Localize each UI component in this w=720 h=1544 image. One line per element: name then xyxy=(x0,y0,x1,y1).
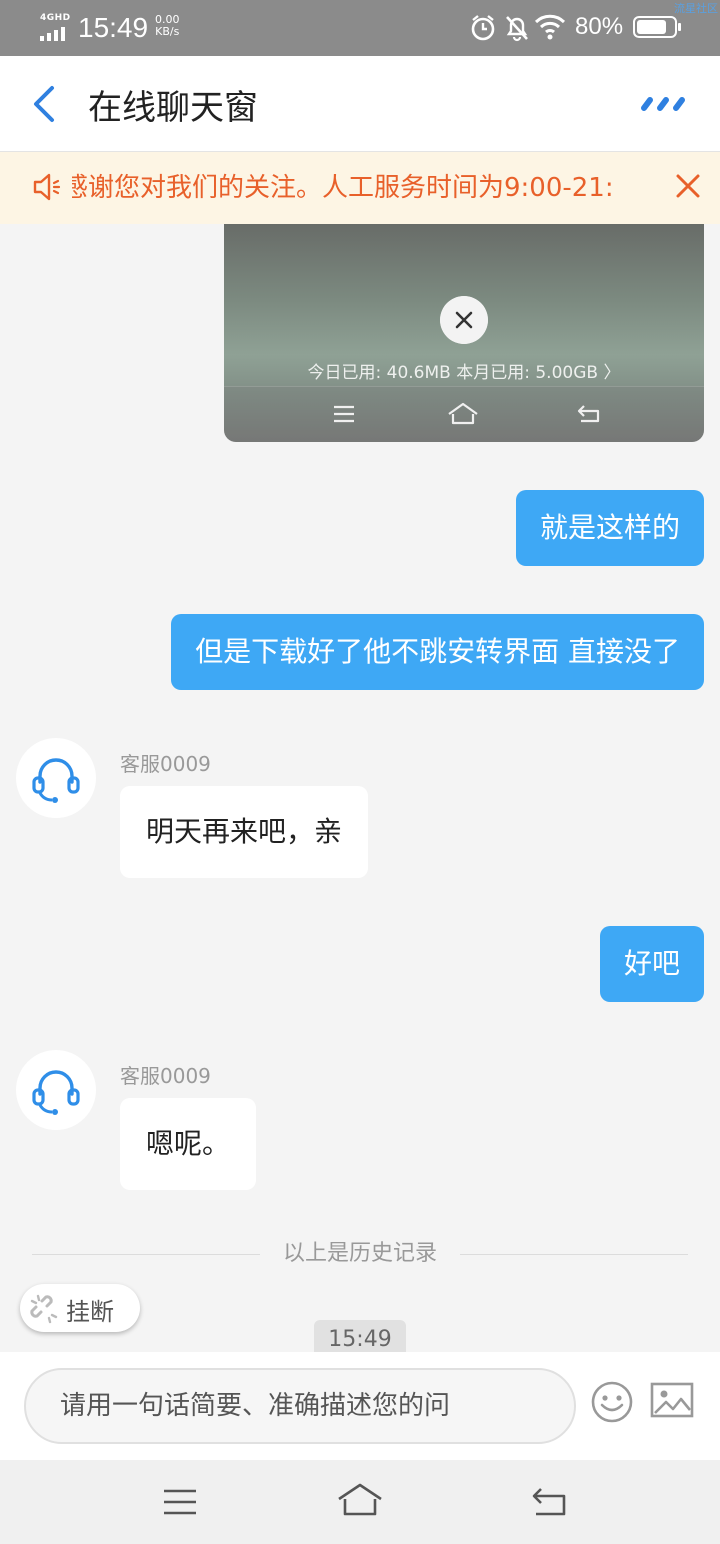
image-menu-icon xyxy=(334,405,354,423)
image-back-icon xyxy=(577,405,600,423)
agent-name: 客服0009 xyxy=(120,752,211,776)
status-time: 15:49 xyxy=(78,12,149,43)
network-speed-unit: KB/s xyxy=(155,25,180,38)
back-chevron-icon[interactable] xyxy=(26,82,66,126)
notice-text: 感谢您对我们的关注。人工服务时间为9:00-21: xyxy=(72,168,644,208)
image-message[interactable]: 今日已用: 40.6MB 本月已用: 5.00GB 〉 xyxy=(224,224,704,442)
header: 在线聊天窗 xyxy=(0,56,720,152)
wifi-icon xyxy=(534,14,566,40)
agent-avatar[interactable] xyxy=(16,738,96,818)
cellular-signal-icon: 4GHD xyxy=(40,13,72,41)
speaker-icon xyxy=(33,173,61,201)
message-bubble-sent[interactable]: 但是下载好了他不跳安转界面 直接没了 xyxy=(171,614,704,690)
status-bar: 4GHD 15:49 0.00 KB/s 80% 流星社区 xyxy=(0,0,720,56)
network-type: 4GHD xyxy=(40,13,71,23)
message-input[interactable] xyxy=(24,1368,576,1444)
battery-fill xyxy=(637,20,666,34)
back-icon[interactable] xyxy=(530,1486,568,1518)
alarm-icon xyxy=(471,15,495,41)
agent-name: 客服0009 xyxy=(120,1064,211,1088)
image-home-icon xyxy=(448,402,478,425)
image-close-icon xyxy=(440,296,488,344)
message-bubble-received[interactable]: 明天再来吧，亲 xyxy=(120,786,369,878)
chat-area[interactable]: 今日已用: 40.6MB 本月已用: 5.00GB 〉 就是这样的 但是下载好了… xyxy=(0,224,720,1352)
more-dots-icon[interactable] xyxy=(640,96,688,112)
image-nav-bar xyxy=(224,386,704,442)
battery-icon xyxy=(633,16,681,38)
timestamp-chip: 15:49 xyxy=(314,1320,406,1352)
watermark: 流星社区 xyxy=(674,2,718,15)
history-label: 以上是历史记录 xyxy=(282,1241,437,1266)
history-divider: 以上是历史记录 xyxy=(32,1238,688,1270)
message-bubble-sent[interactable]: 好吧 xyxy=(599,926,704,1002)
agent-avatar[interactable] xyxy=(16,1050,96,1130)
close-icon[interactable] xyxy=(672,168,704,204)
headset-icon xyxy=(32,758,80,803)
message-bubble-sent[interactable]: 就是这样的 xyxy=(515,490,704,566)
message-bubble-received[interactable]: 嗯呢。 xyxy=(120,1098,257,1190)
broken-link-icon xyxy=(30,1294,58,1324)
hangup-label: 挂断 xyxy=(66,1298,114,1326)
hangup-button[interactable]: 挂断 xyxy=(20,1284,140,1332)
emoji-icon[interactable] xyxy=(590,1380,634,1424)
mute-bell-icon xyxy=(506,16,528,42)
input-bar xyxy=(0,1352,720,1460)
page-title: 在线聊天窗 xyxy=(88,88,258,128)
battery-percent: 80% xyxy=(575,13,624,40)
system-nav-bar xyxy=(0,1460,720,1544)
network-speed: 0.00 KB/s xyxy=(155,14,180,38)
image-icon[interactable] xyxy=(650,1382,694,1418)
notice-text-inner: 感谢您对我们的关注。人工服务时间为9:00-21: xyxy=(72,173,614,203)
menu-icon[interactable] xyxy=(162,1486,198,1518)
headset-icon xyxy=(32,1070,80,1115)
image-caption: 今日已用: 40.6MB 本月已用: 5.00GB 〉 xyxy=(307,363,621,383)
home-icon[interactable] xyxy=(336,1482,384,1518)
notice-banner: 感谢您对我们的关注。人工服务时间为9:00-21: xyxy=(0,152,720,224)
